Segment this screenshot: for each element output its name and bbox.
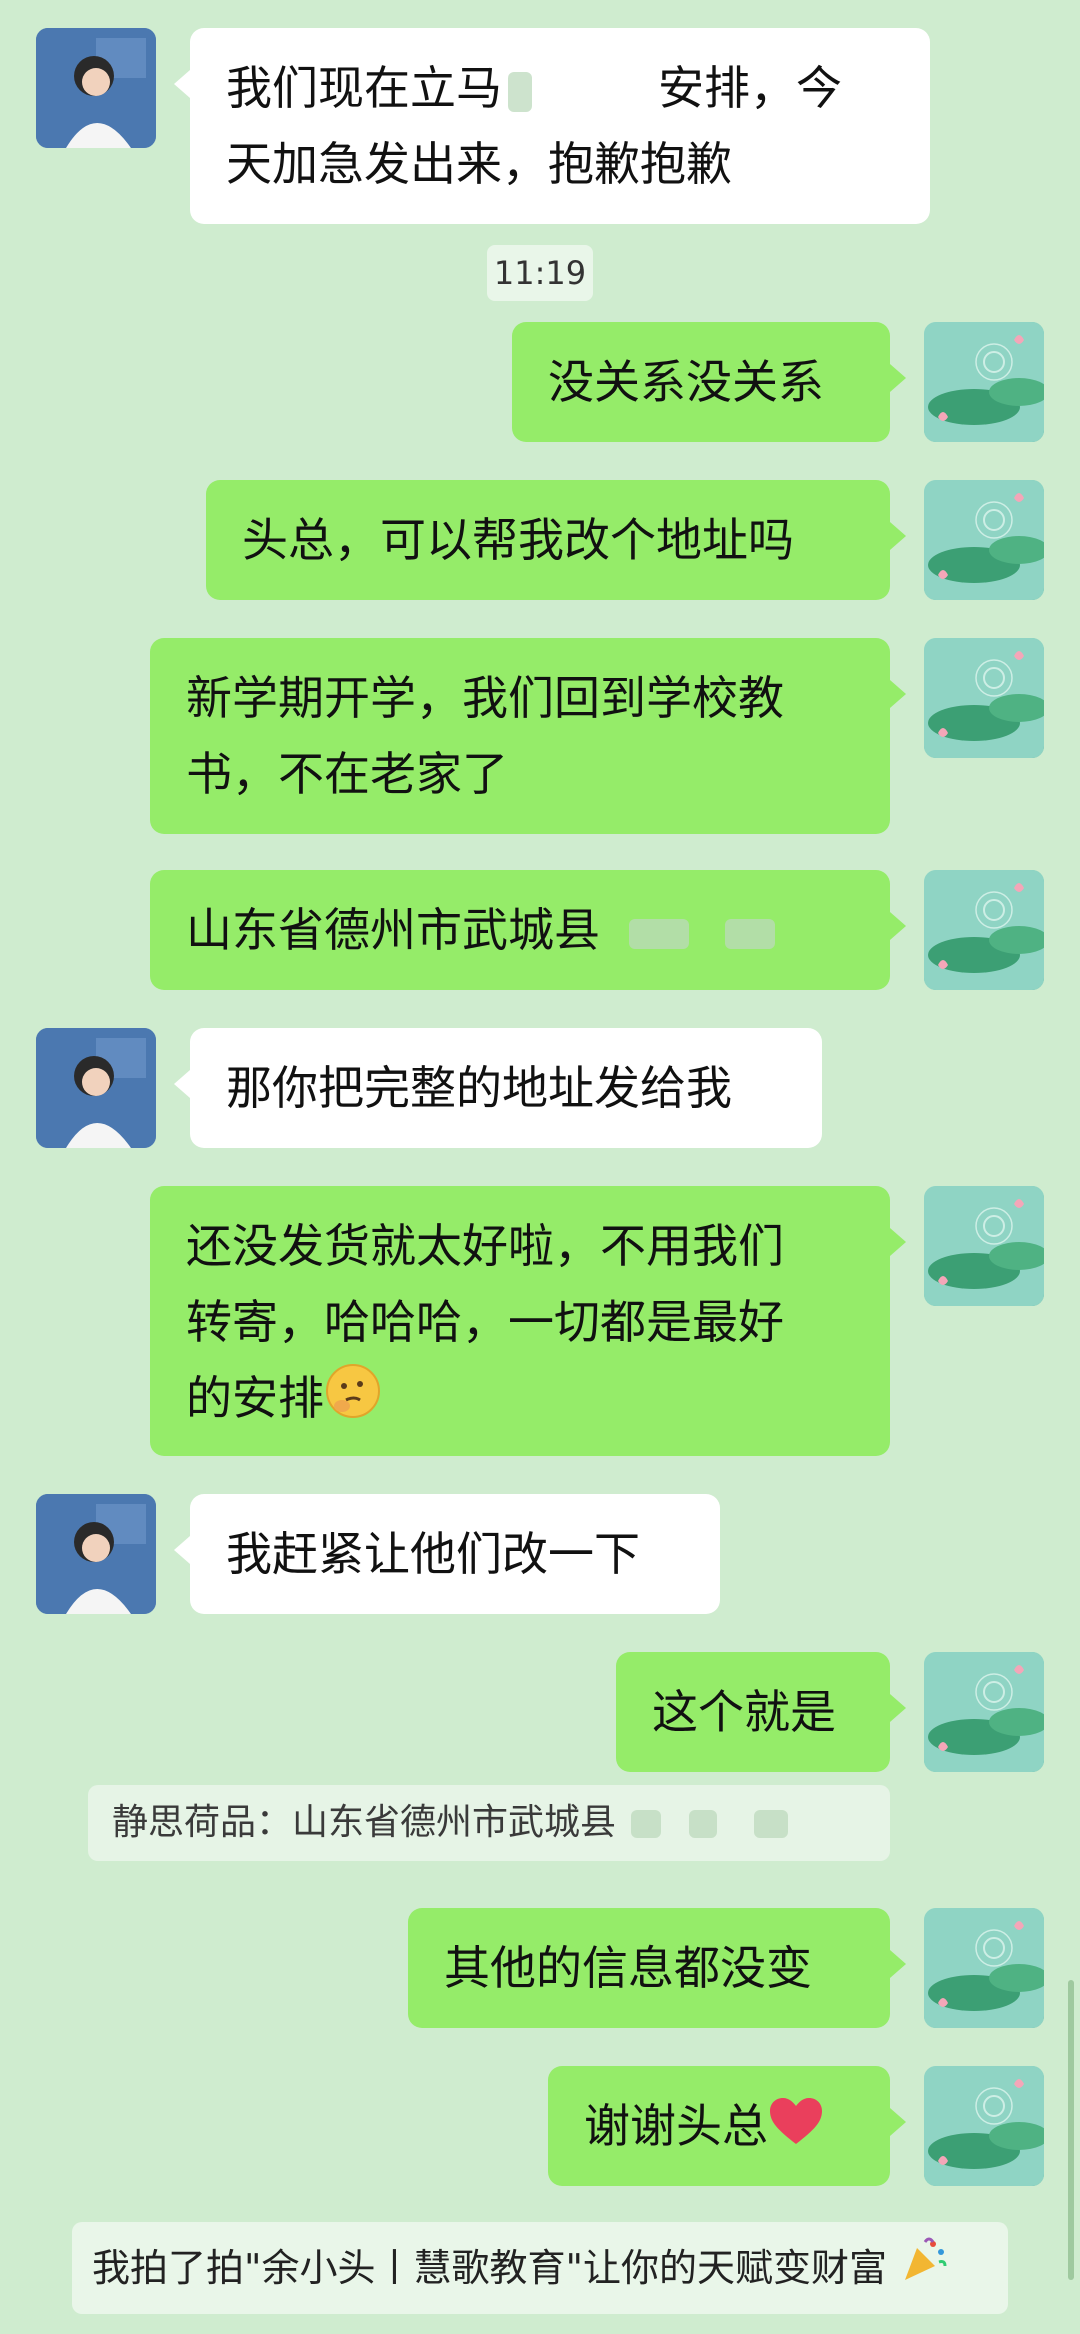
thinking-emoji-icon	[324, 1362, 382, 1442]
message-text: 那你把完整的地址发给我	[226, 1061, 732, 1115]
message-text: 还没发货就太好啦，不用我们	[186, 1219, 784, 1273]
message-text: 的安排	[186, 1371, 324, 1425]
lotus-pond-avatar-icon	[924, 1186, 1044, 1306]
message-bubble[interactable]: 其他的信息都没变	[408, 1908, 906, 2028]
message-text: 头总，可以帮我改个地址吗	[242, 513, 794, 567]
lotus-pond-avatar-icon	[924, 2066, 1044, 2186]
message-text: 我赶紧让他们改一下	[226, 1527, 640, 1581]
message-text: 这个就是	[652, 1685, 836, 1739]
redacted-text	[688, 1810, 717, 1838]
lotus-pond-avatar-icon	[924, 1652, 1044, 1772]
contact-avatar[interactable]	[36, 28, 156, 148]
timestamp: 11:19	[487, 245, 593, 301]
message-bubble[interactable]: 头总，可以帮我改个地址吗	[206, 480, 906, 600]
redacted-text	[628, 918, 689, 949]
lotus-pond-avatar-icon	[924, 322, 1044, 442]
my-avatar[interactable]	[924, 322, 1044, 442]
message-text: 没关系没关系	[548, 355, 824, 409]
message-bubble[interactable]: 新学期开学，我们回到学校教 书，不在老家了	[150, 638, 906, 834]
message-text: 山东省德州市武城县	[186, 903, 600, 957]
avatar-woman-icon	[36, 1028, 156, 1148]
heart-emoji-icon	[768, 2092, 824, 2168]
lotus-pond-avatar-icon	[924, 1908, 1044, 2028]
party-popper-emoji-icon	[899, 2225, 949, 2317]
lotus-pond-avatar-icon	[924, 480, 1044, 600]
message-bubble[interactable]: 我赶紧让他们改一下	[174, 1494, 720, 1614]
quoted-message[interactable]: 静思荷品：山东省德州市武城县	[88, 1785, 890, 1861]
my-avatar[interactable]	[924, 480, 1044, 600]
my-avatar[interactable]	[924, 638, 1044, 758]
message-text: 其他的信息都没变	[444, 1941, 812, 1995]
pat-notification[interactable]: 我拍了拍"余小头丨慧歌教育"让你的天赋变财富	[72, 2222, 1008, 2314]
message-bubble[interactable]: 这个就是	[616, 1652, 906, 1772]
my-avatar[interactable]	[924, 1652, 1044, 1772]
message-bubble[interactable]: 我们现在立马 安排，今 天加急发出来，抱歉抱歉	[174, 28, 930, 224]
message-text: 我们现在立马	[226, 61, 502, 115]
message-text: 书，不在老家了	[186, 747, 508, 801]
redacted-text	[754, 1810, 789, 1838]
contact-avatar[interactable]	[36, 1028, 156, 1148]
redacted-text	[631, 1810, 662, 1838]
pat-text: 我拍了拍"余小头丨慧歌教育"让你的天赋变财富	[92, 2246, 887, 2290]
message-bubble[interactable]: 还没发货就太好啦，不用我们 转寄，哈哈哈，一切都是最好 的安排	[150, 1186, 906, 1456]
redacted-text	[725, 918, 776, 949]
my-avatar[interactable]	[924, 2066, 1044, 2186]
message-bubble[interactable]: 没关系没关系	[512, 322, 906, 442]
lotus-pond-avatar-icon	[924, 870, 1044, 990]
avatar-woman-icon	[36, 28, 156, 148]
my-avatar[interactable]	[924, 1186, 1044, 1306]
my-avatar[interactable]	[924, 1908, 1044, 2028]
redacted-text	[508, 71, 532, 112]
message-text: 新学期开学，我们回到学校教	[186, 671, 784, 725]
message-bubble[interactable]: 谢谢头总	[548, 2066, 906, 2186]
scrollbar[interactable]	[1068, 1980, 1074, 2280]
message-bubble[interactable]: 山东省德州市武城县	[150, 870, 906, 990]
message-bubble[interactable]: 那你把完整的地址发给我	[174, 1028, 822, 1148]
quote-text: 静思荷品：山东省德州市武城县	[112, 1802, 617, 1843]
contact-avatar[interactable]	[36, 1494, 156, 1614]
message-text: 安排，今	[658, 61, 842, 115]
message-text: 转寄，哈哈哈，一切都是最好	[186, 1295, 784, 1349]
avatar-woman-icon	[36, 1494, 156, 1614]
lotus-pond-avatar-icon	[924, 638, 1044, 758]
my-avatar[interactable]	[924, 870, 1044, 990]
message-text: 天加急发出来，抱歉抱歉	[226, 137, 732, 191]
message-text: 谢谢头总	[584, 2099, 768, 2153]
